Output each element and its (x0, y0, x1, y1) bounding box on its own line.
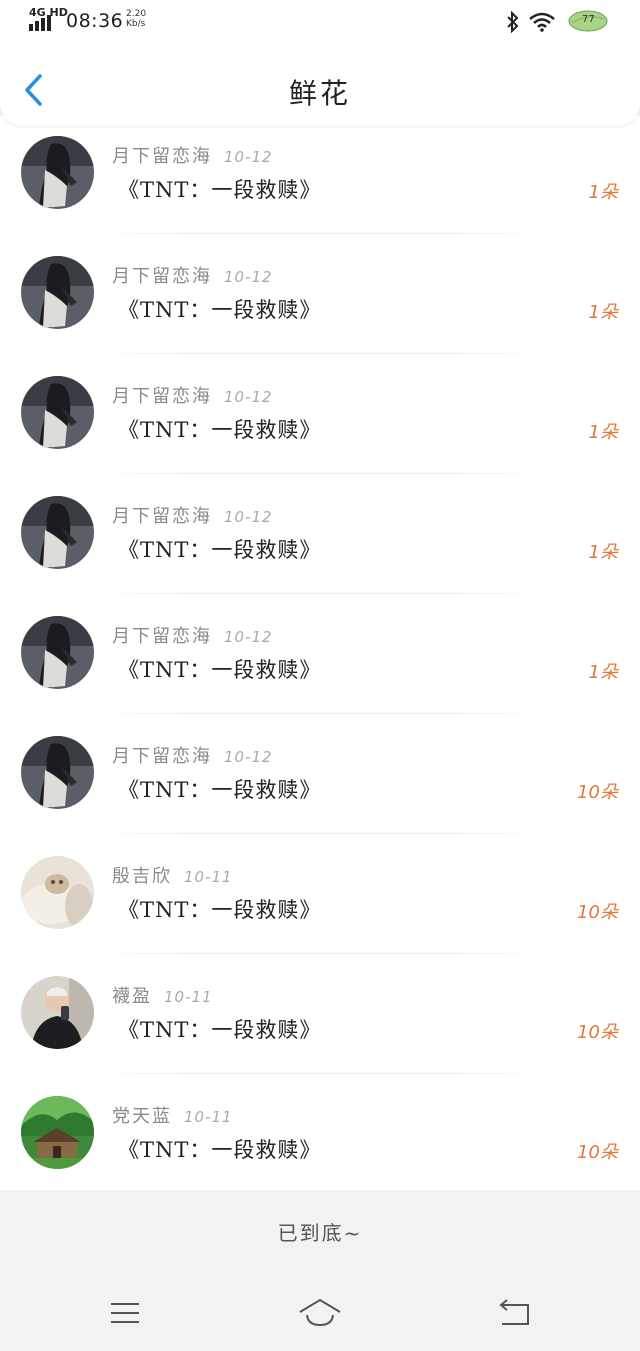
sender-name: 月下留恋海 10-12 (112, 382, 273, 408)
sender-name-text: 月下留恋海 (112, 146, 212, 167)
sender-name-text: 月下留恋海 (112, 506, 212, 527)
system-back-button[interactable] (494, 1296, 538, 1330)
sender-name-text: 月下留恋海 (112, 386, 212, 407)
menu-icon (111, 1303, 139, 1323)
gift-date: 10-11 (164, 988, 213, 1006)
flower-count: 10朵 (577, 1142, 618, 1163)
divider (90, 593, 550, 594)
network-speed: 2.20 Kb/s (126, 9, 146, 29)
end-of-list-text: 已到底~ (277, 1221, 363, 1245)
avatar[interactable] (21, 1096, 94, 1169)
list-item[interactable]: 殷吉欣 10-11 《TNT：一段救赎》 10朵 (0, 836, 640, 956)
status-time: 08:36 (66, 10, 124, 32)
avatar[interactable] (21, 856, 94, 929)
avatar[interactable] (21, 976, 94, 1049)
sender-name: 党天蓝 10-11 (112, 1102, 233, 1128)
sender-name: 襪盈 10-11 (112, 982, 213, 1008)
list-item[interactable]: 月下留恋海 10-12 《TNT：一段救赎》 1朵 (0, 236, 640, 356)
avatar[interactable] (21, 736, 94, 809)
divider (90, 833, 550, 834)
home-button[interactable] (298, 1296, 342, 1330)
flower-count: 10朵 (577, 902, 618, 923)
flower-count: 1朵 (588, 542, 618, 563)
work-title: 《TNT：一段救赎》 (118, 178, 322, 202)
home-icon (299, 1298, 341, 1327)
gift-date: 10-12 (224, 628, 273, 646)
flower-count: 1朵 (588, 422, 618, 443)
avatar[interactable] (21, 376, 94, 449)
work-title: 《TNT：一段救赎》 (118, 418, 322, 442)
speed-value: 2.20 (126, 9, 147, 19)
gift-date: 10-12 (224, 748, 273, 766)
sender-name-text: 月下留恋海 (112, 626, 212, 647)
sender-name: 月下留恋海 10-12 (112, 502, 273, 528)
menu-button[interactable] (103, 1296, 147, 1330)
gift-date: 10-11 (184, 868, 233, 886)
gift-date: 10-12 (224, 388, 273, 406)
avatar[interactable] (21, 496, 94, 569)
flower-count: 1朵 (588, 662, 618, 683)
flower-count: 10朵 (577, 782, 618, 803)
speed-unit: Kb/s (126, 19, 146, 29)
sender-name: 月下留恋海 10-12 (112, 142, 273, 168)
flower-count: 1朵 (588, 302, 618, 323)
divider (90, 953, 550, 954)
work-title: 《TNT：一段救赎》 (118, 298, 322, 322)
sender-name-text: 月下留恋海 (112, 266, 212, 287)
gift-date: 10-11 (184, 1108, 233, 1126)
status-bar: 4G HD 08:36 2.20 Kb/s 77 (0, 0, 640, 44)
page-title: 鲜花 (288, 77, 351, 110)
sender-name-text: 月下留恋海 (112, 746, 212, 767)
battery-level: 77 (582, 14, 595, 25)
gift-date: 10-12 (224, 508, 273, 526)
network-label: 4G HD (29, 6, 68, 19)
flower-count: 10朵 (577, 1022, 618, 1043)
sender-name: 月下留恋海 10-12 (112, 622, 273, 648)
list-item[interactable]: 月下留恋海 10-12 《TNT：一段救赎》 1朵 (0, 116, 640, 236)
list-item[interactable]: 月下留恋海 10-12 《TNT：一段救赎》 1朵 (0, 596, 640, 716)
avatar[interactable] (21, 136, 94, 209)
work-title: 《TNT：一段救赎》 (118, 1138, 322, 1162)
list-item[interactable]: 襪盈 10-11 《TNT：一段救赎》 10朵 (0, 956, 640, 1076)
flower-count: 1朵 (588, 182, 618, 203)
divider (90, 473, 550, 474)
nav-bar: 鲜花 (0, 58, 640, 118)
sender-name-text: 党天蓝 (112, 1106, 172, 1127)
sender-name-text: 襪盈 (112, 986, 152, 1007)
divider (90, 233, 550, 234)
back-icon (499, 1299, 529, 1325)
avatar[interactable] (21, 616, 94, 689)
wifi-icon (529, 12, 555, 32)
list-item[interactable]: 月下留恋海 10-12 《TNT：一段救赎》 10朵 (0, 716, 640, 836)
work-title: 《TNT：一段救赎》 (118, 898, 322, 922)
system-navbar (0, 1276, 640, 1351)
divider (90, 713, 550, 714)
sender-name-text: 殷吉欣 (112, 866, 172, 887)
sender-name: 殷吉欣 10-11 (112, 862, 233, 888)
avatar[interactable] (21, 256, 94, 329)
header: 4G HD 08:36 2.20 Kb/s 77 鲜花 (0, 0, 640, 126)
divider (90, 353, 550, 354)
list-item[interactable]: 党天蓝 10-11 《TNT：一段救赎》 10朵 (0, 1076, 640, 1196)
work-title: 《TNT：一段救赎》 (118, 778, 322, 802)
divider (90, 1073, 550, 1074)
work-title: 《TNT：一段救赎》 (118, 538, 322, 562)
bluetooth-icon (507, 11, 519, 33)
sender-name: 月下留恋海 10-12 (112, 742, 273, 768)
flower-list: 月下留恋海 10-12 《TNT：一段救赎》 1朵 月下留恋海 10-12 《TNT：一段救… (0, 116, 640, 1190)
gift-date: 10-12 (224, 148, 273, 166)
work-title: 《TNT：一段救赎》 (118, 658, 322, 682)
gift-date: 10-12 (224, 268, 273, 286)
list-item[interactable]: 月下留恋海 10-12 《TNT：一段救赎》 1朵 (0, 356, 640, 476)
sender-name: 月下留恋海 10-12 (112, 262, 273, 288)
work-title: 《TNT：一段救赎》 (118, 1018, 322, 1042)
list-item[interactable]: 月下留恋海 10-12 《TNT：一段救赎》 1朵 (0, 476, 640, 596)
